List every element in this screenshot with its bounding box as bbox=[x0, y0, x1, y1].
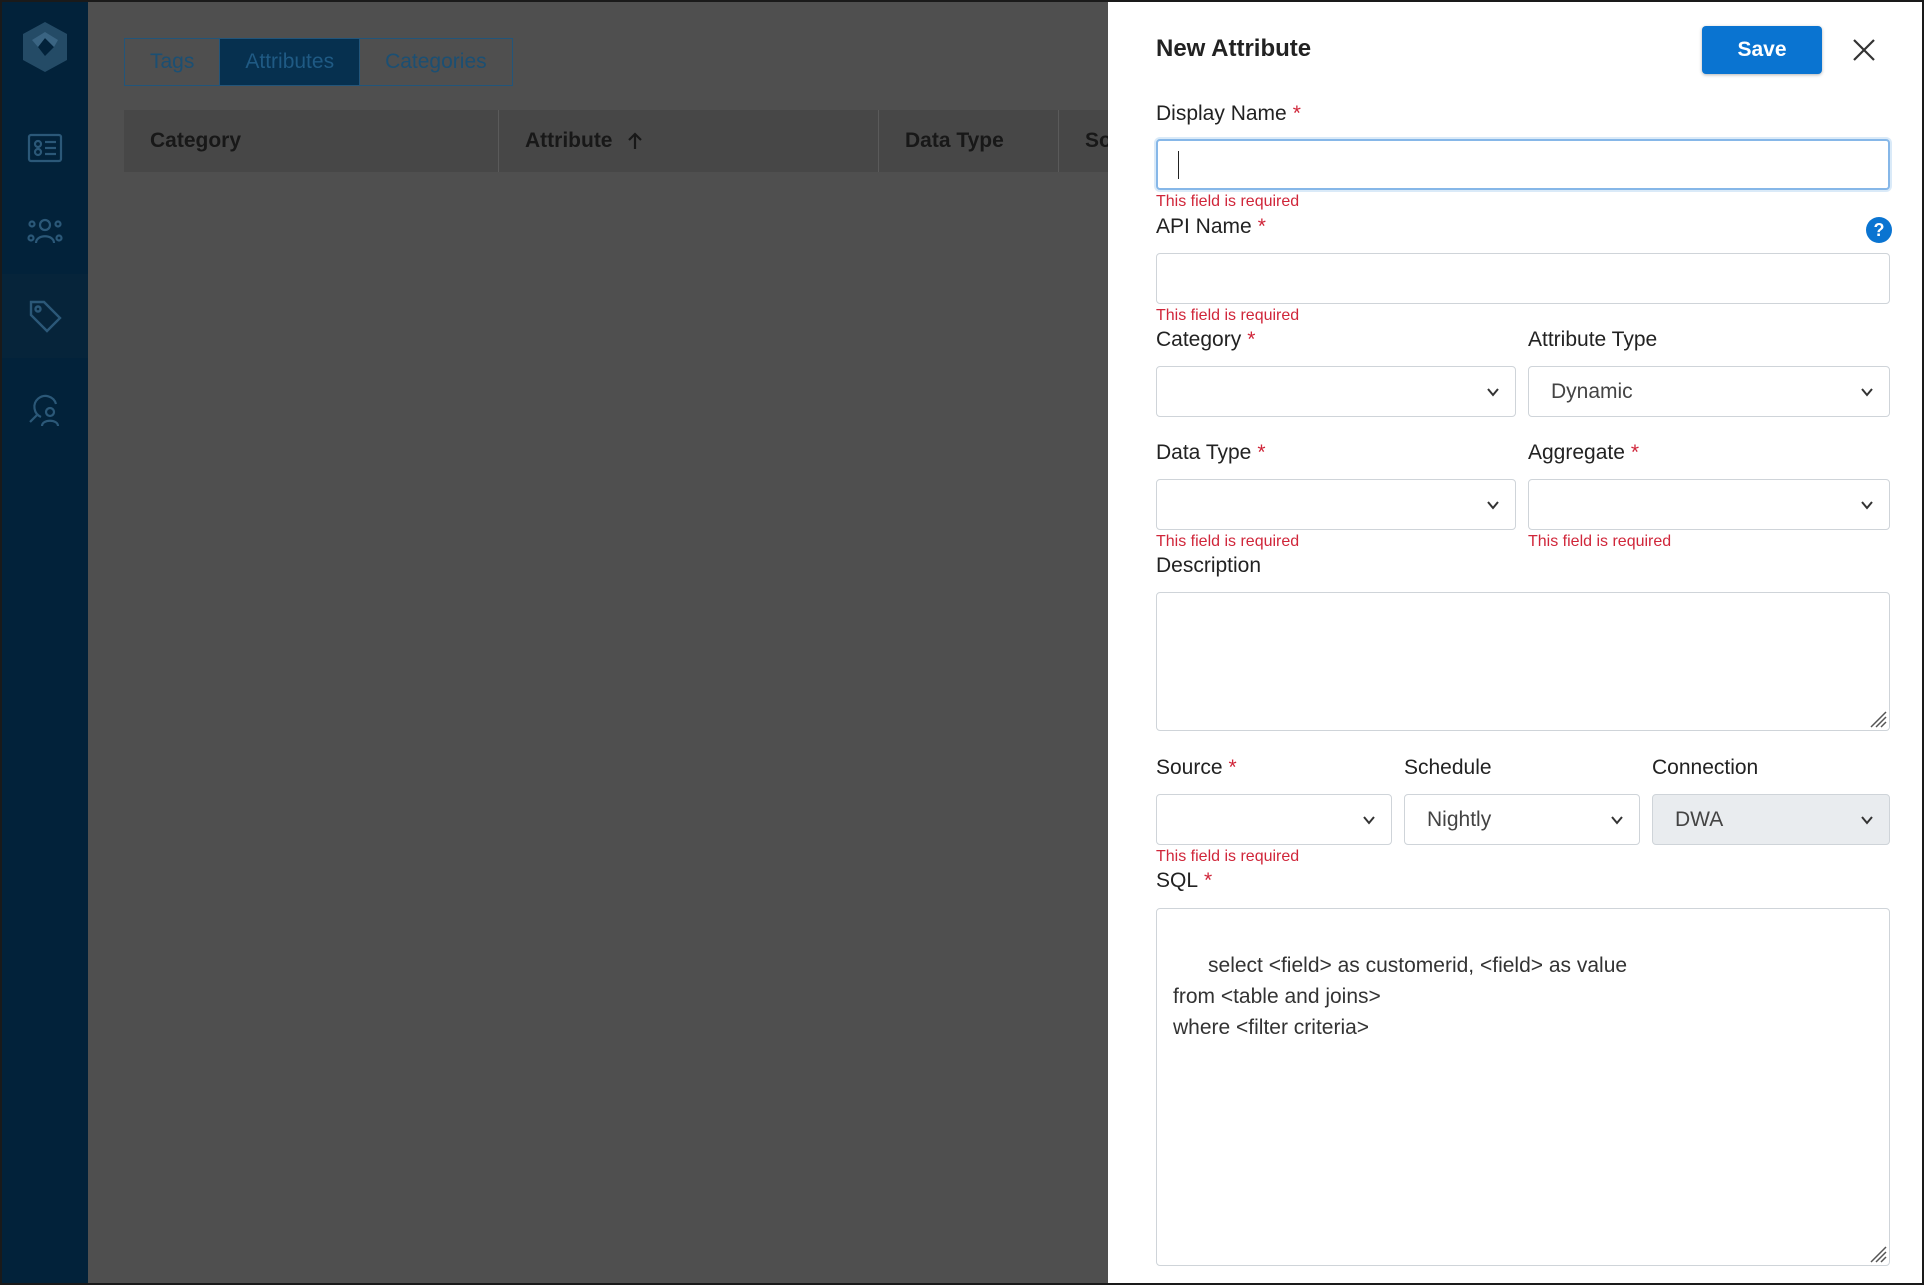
app-logo-icon[interactable] bbox=[18, 20, 72, 74]
data-type-label-text: Data Type bbox=[1156, 441, 1252, 464]
new-attribute-panel: New Attribute Save Display Name * This fi… bbox=[1108, 2, 1922, 1283]
required-mark: * bbox=[1228, 756, 1237, 779]
tab-tags[interactable]: Tags bbox=[125, 39, 221, 85]
data-type-label: Data Type * bbox=[1156, 441, 1266, 465]
required-mark: * bbox=[1292, 102, 1301, 125]
sort-ascending-icon bbox=[627, 132, 642, 149]
aggregate-label-text: Aggregate bbox=[1528, 441, 1625, 464]
data-type-select[interactable] bbox=[1156, 479, 1516, 530]
connection-select: DWA bbox=[1652, 794, 1890, 845]
chevron-down-icon bbox=[1861, 388, 1873, 397]
tab-categories[interactable]: Categories bbox=[360, 39, 512, 85]
api-name-input[interactable] bbox=[1156, 253, 1890, 304]
description-textarea[interactable] bbox=[1156, 592, 1890, 731]
aggregate-error: This field is required bbox=[1528, 533, 1672, 550]
save-button[interactable]: Save bbox=[1702, 26, 1822, 74]
api-name-label-text: API Name bbox=[1156, 215, 1252, 238]
required-mark: * bbox=[1204, 869, 1213, 892]
text-cursor bbox=[1178, 150, 1179, 179]
sidebar-item-lookup[interactable] bbox=[2, 368, 88, 452]
required-mark: * bbox=[1257, 215, 1266, 238]
tag-icon bbox=[29, 300, 62, 333]
sidebar-item-tags[interactable] bbox=[2, 274, 88, 358]
category-label: Category * bbox=[1156, 328, 1255, 352]
sidebar-item-audiences[interactable] bbox=[2, 190, 88, 274]
chevron-down-icon bbox=[1363, 816, 1375, 825]
chevron-down-icon bbox=[1487, 388, 1499, 397]
sql-label: SQL * bbox=[1156, 869, 1212, 893]
schedule-label: Schedule bbox=[1404, 756, 1492, 779]
resize-handle-icon[interactable] bbox=[1867, 708, 1887, 728]
contact-card-icon bbox=[27, 133, 63, 163]
required-mark: * bbox=[1630, 441, 1640, 464]
chevron-down-icon bbox=[1611, 816, 1623, 825]
display-name-label-text: Display Name bbox=[1156, 102, 1287, 125]
chevron-down-icon bbox=[1861, 816, 1873, 825]
resize-handle-icon[interactable] bbox=[1867, 1243, 1887, 1263]
tab-bar: Tags Attributes Categories bbox=[124, 38, 513, 86]
category-select[interactable] bbox=[1156, 366, 1516, 417]
api-name-label: API Name * bbox=[1156, 215, 1266, 239]
close-button[interactable] bbox=[1846, 32, 1882, 68]
display-name-error: This field is required bbox=[1156, 193, 1300, 210]
source-label-text: Source bbox=[1156, 756, 1223, 779]
data-type-error: This field is required bbox=[1156, 533, 1300, 550]
display-name-input[interactable] bbox=[1156, 139, 1890, 190]
aggregate-label: Aggregate * bbox=[1528, 441, 1639, 465]
column-label: Attribute bbox=[525, 129, 613, 152]
column-header-attribute[interactable]: Attribute bbox=[499, 110, 879, 172]
attribute-type-select[interactable]: Dynamic bbox=[1528, 366, 1890, 417]
column-label: Category bbox=[150, 129, 242, 152]
api-name-error: This field is required bbox=[1156, 307, 1300, 324]
connection-value: DWA bbox=[1675, 807, 1724, 831]
grid-header: Category Attribute Data Type So bbox=[124, 110, 1124, 172]
connection-label: Connection bbox=[1652, 756, 1759, 779]
column-header-category[interactable]: Category bbox=[124, 110, 499, 172]
schedule-select[interactable]: Nightly bbox=[1404, 794, 1640, 845]
source-select[interactable] bbox=[1156, 794, 1392, 845]
sql-value: select <field> as customerid, <field> as… bbox=[1173, 954, 1628, 1039]
schedule-value: Nightly bbox=[1427, 807, 1492, 831]
attribute-type-label: Attribute Type bbox=[1528, 328, 1658, 351]
chevron-down-icon bbox=[1861, 501, 1873, 510]
required-mark: * bbox=[1257, 441, 1266, 464]
audience-icon bbox=[27, 218, 63, 244]
source-label: Source * bbox=[1156, 756, 1237, 780]
chevron-down-icon bbox=[1487, 501, 1499, 510]
user-search-icon bbox=[29, 394, 60, 427]
sql-textarea[interactable]: select <field> as customerid, <field> as… bbox=[1156, 908, 1890, 1266]
category-label-text: Category bbox=[1156, 328, 1242, 351]
description-label: Description bbox=[1156, 554, 1262, 577]
app-frame: Tags Attributes Categories Category Attr… bbox=[0, 0, 1924, 1285]
help-icon[interactable]: ? bbox=[1866, 217, 1892, 243]
attribute-type-value: Dynamic bbox=[1551, 379, 1633, 403]
aggregate-select[interactable] bbox=[1528, 479, 1890, 530]
sql-label-text: SQL bbox=[1156, 869, 1199, 892]
required-mark: * bbox=[1247, 328, 1256, 351]
sidebar-item-contacts[interactable] bbox=[2, 106, 88, 190]
source-error: This field is required bbox=[1156, 848, 1300, 865]
tab-attributes[interactable]: Attributes bbox=[220, 39, 361, 85]
panel-title: New Attribute bbox=[1156, 35, 1312, 62]
close-icon bbox=[1853, 39, 1875, 61]
display-name-label: Display Name * bbox=[1156, 102, 1301, 126]
column-header-data-type[interactable]: Data Type bbox=[879, 110, 1059, 172]
sidebar bbox=[2, 2, 88, 1283]
column-label: Data Type bbox=[905, 129, 1004, 152]
